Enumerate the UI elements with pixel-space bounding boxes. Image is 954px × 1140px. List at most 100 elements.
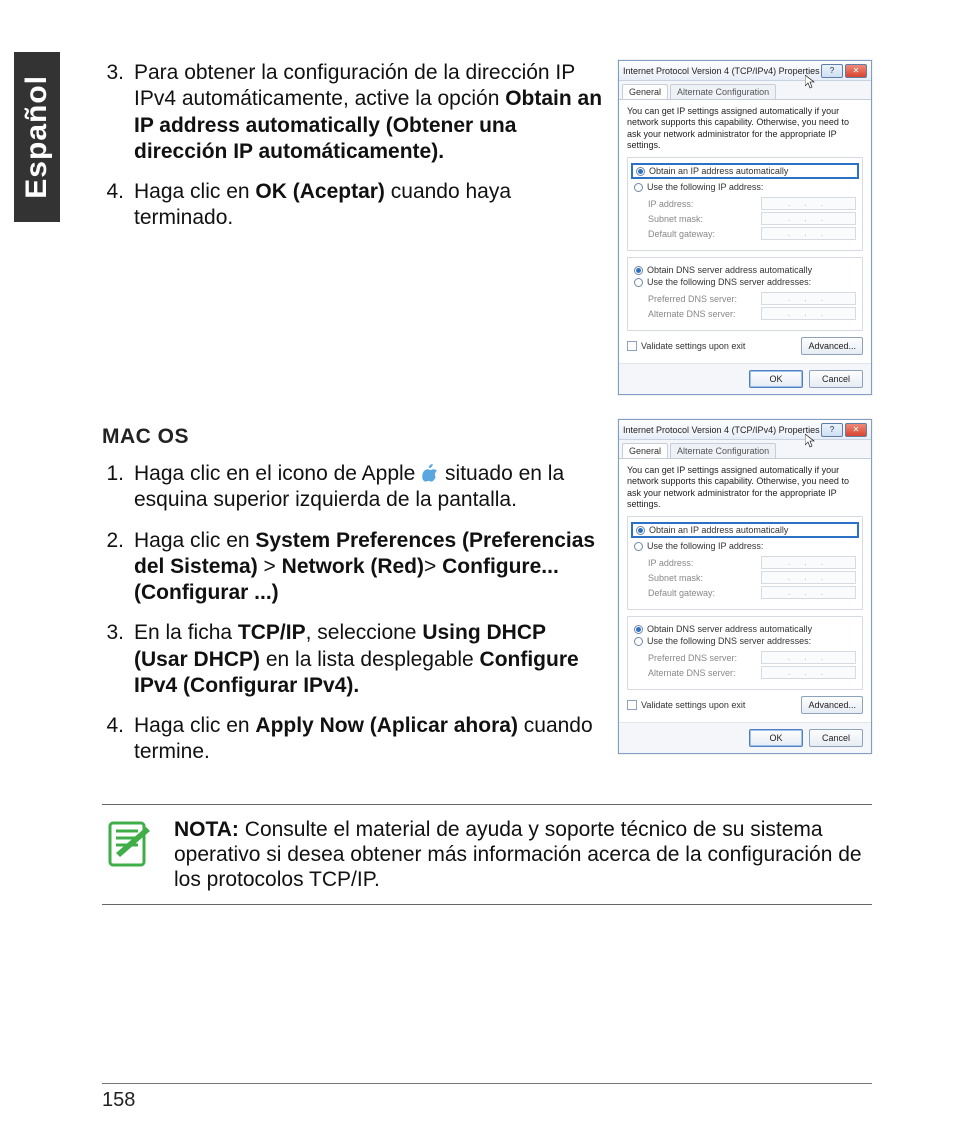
dns-group: Obtain DNS server address automaticallyU… [627, 257, 863, 331]
help-button[interactable]: ? [821, 423, 843, 437]
close-button[interactable]: ✕ [845, 64, 867, 78]
cursor-icon [805, 434, 815, 448]
option-auto-dns[interactable]: Obtain DNS server address automatically [634, 623, 856, 635]
tab-alternate[interactable]: Alternate Configuration [670, 443, 776, 458]
field-ip: IP address:. . . [648, 197, 856, 210]
dns-group: Obtain DNS server address automaticallyU… [627, 616, 863, 690]
ok-button[interactable]: OK [749, 370, 803, 388]
dialog-titlebar: Internet Protocol Version 4 (TCP/IPv4) P… [619, 61, 871, 81]
option-auto-ip[interactable]: Obtain an IP address automatically [631, 163, 859, 179]
cancel-button[interactable]: Cancel [809, 370, 863, 388]
item-number: 4. [102, 179, 124, 232]
gateway-input[interactable]: . . . [761, 227, 856, 240]
tab-alternate[interactable]: Alternate Configuration [670, 84, 776, 99]
instruction-item: 3.En la ficha TCP/IP, seleccione Using D… [102, 620, 604, 699]
field-gateway: Default gateway:. . . [648, 586, 856, 599]
advanced-button[interactable]: Advanced... [801, 337, 863, 355]
ip-group: Obtain an IP address automatically Use th… [627, 157, 863, 251]
apple-icon [421, 464, 439, 482]
checkbox-icon [627, 341, 637, 351]
radio-icon [634, 625, 643, 634]
field-gateway: Default gateway:. . . [648, 227, 856, 240]
adns-input[interactable]: . . . [761, 307, 856, 320]
option-auto-ip[interactable]: Obtain an IP address automatically [631, 522, 859, 538]
dialog-intro: You can get IP settings assigned automat… [627, 106, 863, 151]
item-body: Haga clic en System Preferences (Prefere… [134, 528, 604, 607]
pdns-input[interactable]: . . . [761, 292, 856, 305]
ok-button[interactable]: OK [749, 729, 803, 747]
close-button[interactable]: ✕ [845, 423, 867, 437]
instruction-item: 1.Haga clic en el icono de Apple situado… [102, 461, 604, 514]
item-body: Haga clic en el icono de Apple situado e… [134, 461, 604, 514]
item-number: 3. [102, 620, 124, 699]
radio-icon [634, 542, 643, 551]
dialog-footer: OK Cancel [619, 722, 871, 753]
pdns-input[interactable]: . . . [761, 651, 856, 664]
instruction-item: 3.Para obtener la configuración de la di… [102, 60, 604, 165]
note-block: NOTA: Consulte el material de ayuda y so… [102, 804, 872, 906]
ip-input[interactable]: . . . [761, 556, 856, 569]
dialog-intro: You can get IP settings assigned automat… [627, 465, 863, 510]
radio-icon [634, 183, 643, 192]
ip-input[interactable]: . . . [761, 197, 856, 210]
note-body: Consulte el material de ayuda y soporte … [174, 818, 862, 891]
option-manual-ip[interactable]: Use the following IP address: [634, 540, 856, 552]
field-adns: Alternate DNS server:. . . [648, 666, 856, 679]
section-row-2: MAC OS 1.Haga clic en el icono de Apple … [102, 419, 872, 780]
language-tab: Español [14, 52, 60, 222]
gateway-input[interactable]: . . . [761, 586, 856, 599]
adns-input[interactable]: . . . [761, 666, 856, 679]
field-mask: Subnet mask:. . . [648, 571, 856, 584]
dialog-pane: You can get IP settings assigned automat… [619, 100, 871, 363]
radio-icon [634, 278, 643, 287]
dialog-title: Internet Protocol Version 4 (TCP/IPv4) P… [623, 425, 821, 435]
field-pdns: Preferred DNS server:. . . [648, 292, 856, 305]
item-number: 4. [102, 713, 124, 766]
instruction-item: 2.Haga clic en System Preferences (Prefe… [102, 528, 604, 607]
field-pdns: Preferred DNS server:. . . [648, 651, 856, 664]
window-buttons: ?✕ [821, 423, 867, 437]
option-auto-dns[interactable]: Obtain DNS server address automatically [634, 264, 856, 276]
page-number: 158 [102, 1089, 135, 1112]
note-icon [102, 817, 156, 871]
mask-input[interactable]: . . . [761, 571, 856, 584]
item-number: 1. [102, 461, 124, 514]
validate-row: Validate settings upon exit Advanced... [627, 696, 863, 714]
item-body: Para obtener la configuración de la dire… [134, 60, 604, 165]
language-tab-label: Español [20, 75, 54, 199]
note-text: NOTA: Consulte el material de ayuda y so… [174, 817, 872, 893]
item-body: Haga clic en Apply Now (Aplicar ahora) c… [134, 713, 604, 766]
advanced-button[interactable]: Advanced... [801, 696, 863, 714]
field-ip: IP address:. . . [648, 556, 856, 569]
radio-icon [634, 637, 643, 646]
radio-icon [636, 167, 645, 176]
field-adns: Alternate DNS server:. . . [648, 307, 856, 320]
cancel-button[interactable]: Cancel [809, 729, 863, 747]
tab-general[interactable]: General [622, 84, 668, 99]
dialog-titlebar: Internet Protocol Version 4 (TCP/IPv4) P… [619, 420, 871, 440]
dialog-title: Internet Protocol Version 4 (TCP/IPv4) P… [623, 66, 821, 76]
instruction-item: 4.Haga clic en Apply Now (Aplicar ahora)… [102, 713, 604, 766]
option-manual-dns[interactable]: Use the following DNS server addresses: [634, 635, 856, 647]
option-manual-dns[interactable]: Use the following DNS server addresses: [634, 276, 856, 288]
dialog-tabs: GeneralAlternate Configuration [619, 440, 871, 459]
page-rule [102, 1083, 872, 1084]
macos-heading: MAC OS [102, 425, 604, 449]
help-button[interactable]: ? [821, 64, 843, 78]
field-mask: Subnet mask:. . . [648, 212, 856, 225]
instruction-list-1: 3.Para obtener la configuración de la di… [102, 60, 604, 246]
note-label: NOTA: [174, 818, 239, 841]
mask-input[interactable]: . . . [761, 212, 856, 225]
validate-row: Validate settings upon exit Advanced... [627, 337, 863, 355]
validate-checkbox[interactable]: Validate settings upon exit [627, 341, 745, 351]
checkbox-icon [627, 700, 637, 710]
dialog-tabs: GeneralAlternate Configuration [619, 81, 871, 100]
validate-checkbox[interactable]: Validate settings upon exit [627, 700, 745, 710]
item-number: 2. [102, 528, 124, 607]
ip-group: Obtain an IP address automatically Use th… [627, 516, 863, 610]
item-number: 3. [102, 60, 124, 165]
window-buttons: ?✕ [821, 64, 867, 78]
tab-general[interactable]: General [622, 443, 668, 458]
option-manual-ip[interactable]: Use the following IP address: [634, 181, 856, 193]
instruction-list-2: MAC OS 1.Haga clic en el icono de Apple … [102, 419, 604, 780]
